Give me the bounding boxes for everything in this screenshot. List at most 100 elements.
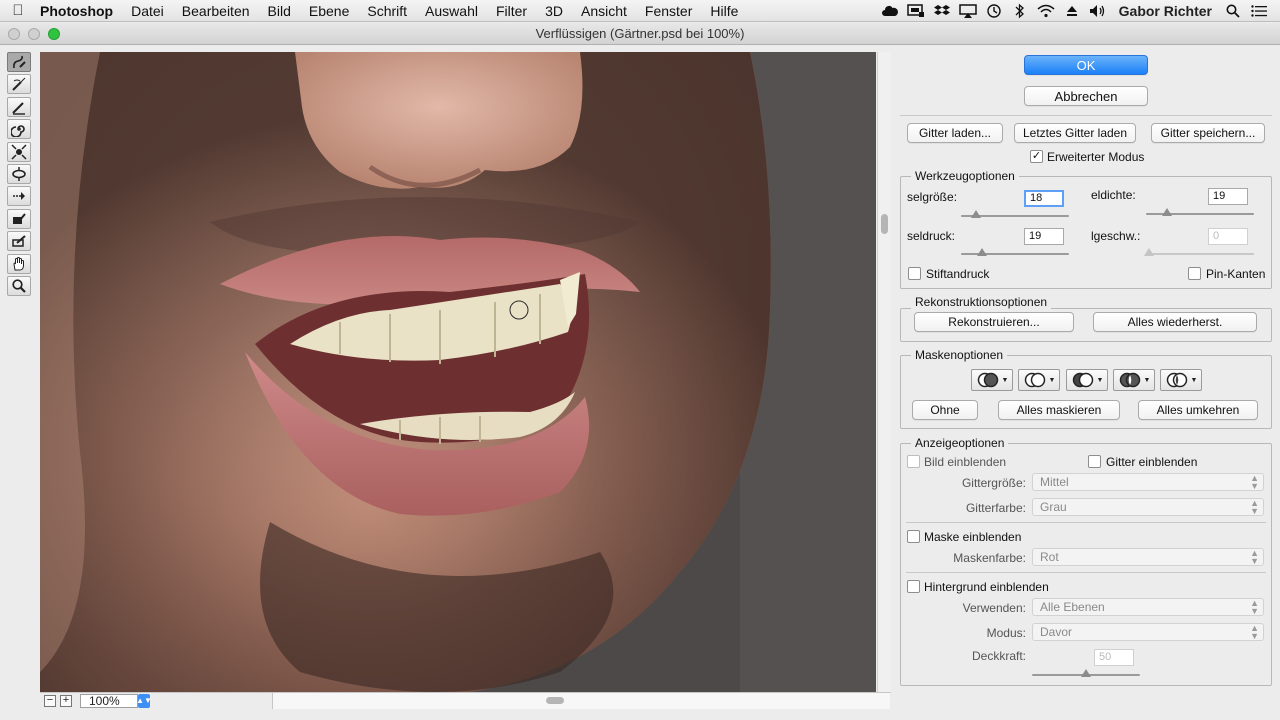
brush-size-slider-knob[interactable] <box>971 210 982 218</box>
mesh-size-select[interactable]: Mittel ▲ ▼ <box>1032 473 1264 491</box>
opacity-slider[interactable] <box>1032 669 1140 679</box>
horizontal-scrollbar[interactable] <box>272 693 890 709</box>
dropbox-icon[interactable] <box>929 0 955 22</box>
wifi-icon[interactable] <box>1033 0 1059 22</box>
brush-size-label: selgröße: <box>907 190 958 204</box>
menu-fenster[interactable]: Fenster <box>636 3 701 19</box>
menu-ebene[interactable]: Ebene <box>300 3 358 19</box>
opacity-label: Deckkraft: <box>971 649 1026 663</box>
mask-replace-icon <box>977 372 998 388</box>
brush-density-field[interactable]: 19 <box>1208 188 1248 205</box>
brush-pressure-slider[interactable] <box>961 248 1069 258</box>
eject-icon[interactable] <box>1059 0 1085 22</box>
zoom-tool-icon[interactable] <box>7 275 31 296</box>
twirl-tool-icon[interactable] <box>7 119 31 140</box>
apple-menu-icon[interactable]:  <box>0 2 36 19</box>
mask-add-button[interactable]: ▼ <box>1018 369 1060 391</box>
mesh-color-select[interactable]: Grau ▲ ▼ <box>1032 498 1264 516</box>
bloat-tool-icon[interactable] <box>7 163 31 184</box>
opacity-slider-knob[interactable] <box>1081 669 1091 677</box>
forward-warp-tool-icon[interactable] <box>7 52 31 72</box>
mask-invert-button[interactable]: ▼ <box>1160 369 1202 391</box>
maximize-window-icon[interactable] <box>48 28 60 40</box>
opacity-field[interactable]: 50 <box>1094 649 1134 666</box>
brush-density-slider-knob[interactable] <box>1161 208 1172 216</box>
hand-tool-icon[interactable] <box>7 253 31 274</box>
mask-subtract-button[interactable]: ▼ <box>1066 369 1108 391</box>
menu-bild[interactable]: Bild <box>259 3 300 19</box>
menu-3d[interactable]: 3D <box>536 3 572 19</box>
brush-rate-field[interactable]: 0 <box>1208 228 1248 245</box>
minimize-window-icon[interactable] <box>28 28 40 40</box>
mask-none-button[interactable]: Ohne <box>912 400 978 420</box>
stylus-pressure-checkbox[interactable] <box>908 267 921 280</box>
advanced-mode-checkbox[interactable]: ✓ <box>1030 150 1043 163</box>
load-mesh-button[interactable]: Gitter laden... <box>907 123 1003 143</box>
show-backdrop-checkbox[interactable] <box>907 580 920 593</box>
load-last-mesh-button[interactable]: Letztes Gitter laden <box>1014 123 1136 143</box>
airplay-icon[interactable] <box>955 0 981 22</box>
user-name[interactable]: Gabor Richter <box>1111 3 1220 19</box>
invert-all-button[interactable]: Alles umkehren <box>1138 400 1258 420</box>
cancel-button[interactable]: Abbrechen <box>1024 86 1148 106</box>
menu-schrift[interactable]: Schrift <box>358 3 416 19</box>
use-layers-select[interactable]: Alle Ebenen ▲ ▼ <box>1032 598 1264 616</box>
zoom-dropdown-icon[interactable]: ▲▼ <box>136 693 152 708</box>
freeze-mask-tool-icon[interactable] <box>7 208 31 229</box>
horizontal-scroll-thumb[interactable] <box>546 697 564 704</box>
creative-cloud-icon[interactable] <box>877 0 903 22</box>
brush-size-slider[interactable] <box>961 210 1069 220</box>
mask-intersect-button[interactable]: ▼ <box>1113 369 1155 391</box>
menu-ansicht[interactable]: Ansicht <box>572 3 636 19</box>
push-left-tool-icon[interactable] <box>7 186 31 207</box>
pucker-tool-icon[interactable] <box>7 141 31 162</box>
menu-datei[interactable]: Datei <box>122 3 173 19</box>
mask-color-select[interactable]: Rot ▲ ▼ <box>1032 548 1264 566</box>
menu-auswahl[interactable]: Auswahl <box>416 3 487 19</box>
mask-all-button[interactable]: Alles maskieren <box>998 400 1120 420</box>
menu-filter[interactable]: Filter <box>487 3 536 19</box>
display-icon[interactable] <box>903 0 929 22</box>
brush-density-slider[interactable] <box>1146 208 1254 218</box>
pin-edges-checkbox[interactable] <box>1188 267 1201 280</box>
close-window-icon[interactable] <box>8 28 20 40</box>
volume-icon[interactable] <box>1085 0 1111 22</box>
reconstruct-tool-icon[interactable] <box>7 74 31 95</box>
bluetooth-icon[interactable] <box>1007 0 1033 22</box>
brush-size-field[interactable]: 18 <box>1024 190 1064 207</box>
brush-density-label: eldichte: <box>1091 188 1136 202</box>
ok-button[interactable]: OK <box>1024 55 1148 75</box>
show-image-label: Bild einblenden <box>924 455 1007 469</box>
save-mesh-button[interactable]: Gitter speichern... <box>1151 123 1265 143</box>
notification-center-icon[interactable] <box>1246 0 1272 22</box>
menu-photoshop[interactable]: Photoshop <box>36 3 122 19</box>
brush-rate-slider-knob[interactable] <box>1144 248 1155 256</box>
smooth-tool-icon[interactable] <box>7 96 31 117</box>
zoom-level-field[interactable]: 100% <box>80 693 138 708</box>
show-mask-checkbox[interactable] <box>907 530 920 543</box>
reconstruct-button[interactable]: Rekonstruieren... <box>914 312 1074 332</box>
mask-replace-selection-button[interactable]: ▼ <box>971 369 1013 391</box>
thaw-mask-tool-icon[interactable] <box>7 231 31 252</box>
brush-pressure-slider-knob[interactable] <box>976 248 987 256</box>
show-image-checkbox[interactable] <box>907 455 920 468</box>
vertical-scroll-thumb[interactable] <box>881 214 888 234</box>
brush-pressure-field[interactable]: 19 <box>1024 228 1064 245</box>
time-machine-icon[interactable] <box>981 0 1007 22</box>
preview-canvas[interactable] <box>40 52 876 692</box>
mask-invert-icon <box>1166 372 1187 388</box>
select-arrows-icon: ▲ ▼ <box>1250 473 1259 491</box>
pin-edges-label: Pin-Kanten <box>1206 267 1266 281</box>
brush-rate-slider[interactable] <box>1144 248 1254 258</box>
restore-all-button[interactable]: Alles wiederherst. <box>1093 312 1257 332</box>
show-mesh-checkbox[interactable] <box>1088 455 1101 468</box>
mode-select[interactable]: Davor ▲ ▼ <box>1032 623 1264 641</box>
mask-subtract-icon <box>1072 372 1093 388</box>
zoom-in-button[interactable]: + <box>60 694 72 707</box>
zoom-bar: − + 100% ▲▼ <box>40 692 891 709</box>
vertical-scrollbar[interactable] <box>877 52 891 692</box>
spotlight-search-icon[interactable] <box>1220 0 1246 22</box>
zoom-out-button[interactable]: − <box>44 694 56 707</box>
menu-bearbeiten[interactable]: Bearbeiten <box>173 3 259 19</box>
menu-hilfe[interactable]: Hilfe <box>701 3 747 19</box>
